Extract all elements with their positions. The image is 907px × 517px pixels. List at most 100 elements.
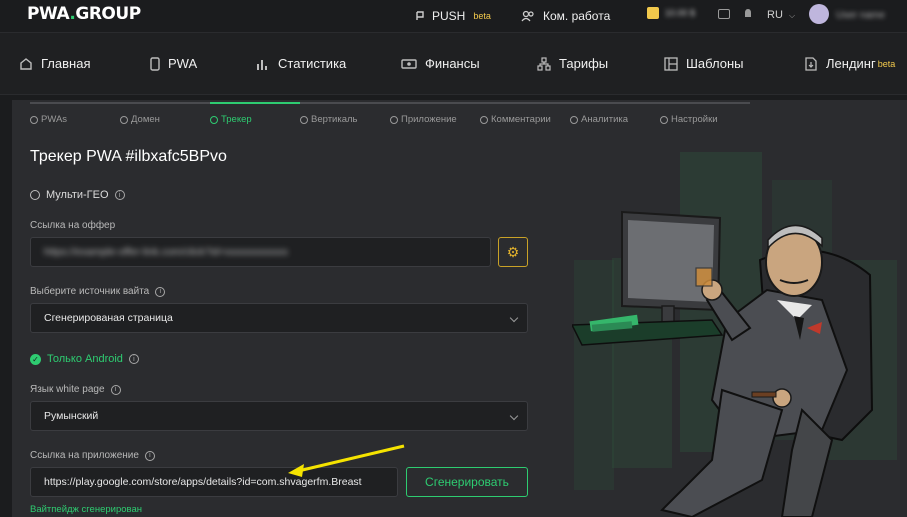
landing-beta-badge: beta (877, 58, 896, 69)
white-page-language-select[interactable]: Румынский (30, 401, 528, 431)
nav-item-statistics[interactable]: Статистика (256, 56, 346, 71)
avatar[interactable] (809, 4, 829, 24)
team-label: Ком. работа (543, 9, 611, 23)
step-app[interactable]: Приложение (390, 102, 480, 125)
generation-status: Вайтпейдж сгенерирован (30, 504, 142, 515)
team-work-link[interactable]: Ком. работа (521, 9, 610, 23)
android-only-label: Только Android (47, 353, 123, 365)
info-icon[interactable]: i (144, 450, 155, 461)
nav-label-templates: Шаблоны (686, 56, 744, 71)
money-icon (401, 58, 417, 69)
step-label: Домен (131, 114, 160, 125)
step-settings[interactable]: Настройки (660, 102, 750, 125)
step-comments[interactable]: Комментарии (480, 102, 570, 125)
lang-label-text: Язык white page (30, 384, 105, 395)
white-source-value: Сгенерированая страница (44, 312, 173, 324)
wizard-steps: PWAs Домен Трекер Вертикаль Приложение К… (30, 102, 750, 125)
offer-settings-button[interactable]: ⚙ (498, 237, 528, 267)
radio-icon[interactable] (30, 190, 40, 200)
chevron-down-icon (509, 411, 519, 421)
source-label-text: Выберите источник вайта (30, 286, 150, 297)
nav-label-home: Главная (41, 56, 91, 71)
generate-button[interactable]: Сгенерировать (406, 467, 528, 497)
nav-label-statistics: Статистика (278, 56, 347, 71)
chevron-down-icon (509, 313, 519, 323)
nav-label-landing: Лендинг (826, 56, 876, 71)
multigeo-option[interactable]: Мульти-ГЕО i (30, 189, 125, 201)
check-icon (120, 115, 128, 124)
step-label: Вертикаль (311, 114, 358, 125)
phone-icon (150, 56, 160, 71)
check-icon (30, 115, 38, 124)
android-only-toggle[interactable]: ✓ Только Android i (30, 353, 139, 365)
check-icon (300, 115, 308, 124)
step-label: Трекер (221, 114, 252, 125)
mascot-illustration (572, 152, 897, 517)
template-icon (664, 56, 678, 71)
nav-item-templates[interactable]: Шаблоны (664, 56, 744, 71)
multigeo-label: Мульти-ГЕО (46, 189, 109, 201)
white-source-select[interactable]: Сгенерированая страница (30, 303, 528, 333)
balance-widget[interactable]: 10.00 $ (647, 7, 695, 19)
offer-link-value: https://example-offer-link.com/click?id=… (44, 246, 289, 258)
step-domain[interactable]: Домен (120, 102, 210, 125)
chevron-down-icon: ⌵ (788, 11, 796, 20)
team-icon (521, 10, 534, 22)
info-icon[interactable]: i (110, 384, 121, 395)
check-icon (660, 115, 668, 124)
logo[interactable]: PWA.GROUP (27, 4, 141, 24)
app-link-label: Ссылка на приложение i (30, 450, 155, 461)
nav-label-finance: Финансы (425, 56, 480, 71)
info-icon[interactable]: i (155, 286, 166, 297)
language-selector[interactable]: RU ⌵ (767, 9, 795, 21)
main-nav: Главная PWA Статистика Финансы Тарифы Ша… (0, 32, 907, 95)
check-icon (390, 115, 398, 124)
top-bar: PWA.GROUP PUSH beta Ком. работа 10.00 $ … (0, 0, 907, 32)
mail-icon[interactable] (718, 9, 730, 19)
info-icon[interactable]: i (128, 354, 139, 364)
language-value: Румынский (44, 410, 99, 422)
step-label: Приложение (401, 114, 457, 125)
step-pwas[interactable]: PWAs (30, 102, 120, 125)
annotation-arrow (288, 444, 405, 477)
language-label: RU (767, 9, 783, 21)
offer-label: Ссылка на оффер (30, 220, 115, 231)
source-label: Выберите источник вайта i (30, 286, 166, 297)
nav-item-pwa[interactable]: PWA (150, 56, 197, 71)
home-icon (20, 57, 32, 70)
info-icon[interactable]: i (114, 190, 125, 200)
nav-item-landing[interactable]: Лендинг beta (804, 56, 895, 71)
offer-link-input[interactable]: https://example-offer-link.com/click?id=… (30, 237, 491, 267)
step-label: Аналитика (581, 114, 629, 125)
nav-label-tariffs: Тарифы (559, 56, 609, 71)
step-label: Комментарии (491, 114, 551, 125)
nav-item-finance[interactable]: Финансы (401, 56, 480, 71)
logo-text: PWA (27, 4, 70, 24)
bar-chart-icon (257, 59, 267, 70)
push-beta-badge: beta (473, 11, 491, 21)
wallet-icon (647, 7, 659, 19)
logo-group: GROUP (75, 4, 141, 24)
nav-label-pwa: PWA (168, 56, 198, 71)
step-label: PWAs (41, 114, 68, 125)
nav-item-home[interactable]: Главная (19, 56, 90, 71)
balance-value: 10.00 $ (665, 8, 696, 18)
check-icon (480, 115, 488, 124)
push-icon (416, 11, 424, 20)
page-title: Трекер PWA #ilbxafc5BPvo (30, 148, 227, 165)
push-link[interactable]: PUSH beta (414, 9, 491, 23)
landing-icon (805, 56, 817, 71)
check-icon (570, 115, 578, 124)
tracker-panel: PWAs Домен Трекер Вертикаль Приложение К… (12, 100, 907, 517)
step-vertical[interactable]: Вертикаль (300, 102, 390, 125)
step-tracker[interactable]: Трекер (210, 102, 300, 125)
lang-label: Язык white page i (30, 384, 121, 395)
bell-icon[interactable] (743, 8, 753, 20)
nav-item-tariffs[interactable]: Тарифы (537, 56, 608, 71)
username[interactable]: User name (836, 10, 885, 21)
check-icon (210, 115, 218, 124)
check-circle-icon: ✓ (30, 353, 41, 365)
step-analytics[interactable]: Аналитика (570, 102, 660, 125)
push-label: PUSH (432, 9, 466, 23)
app-link-label-text: Ссылка на приложение (30, 450, 139, 461)
